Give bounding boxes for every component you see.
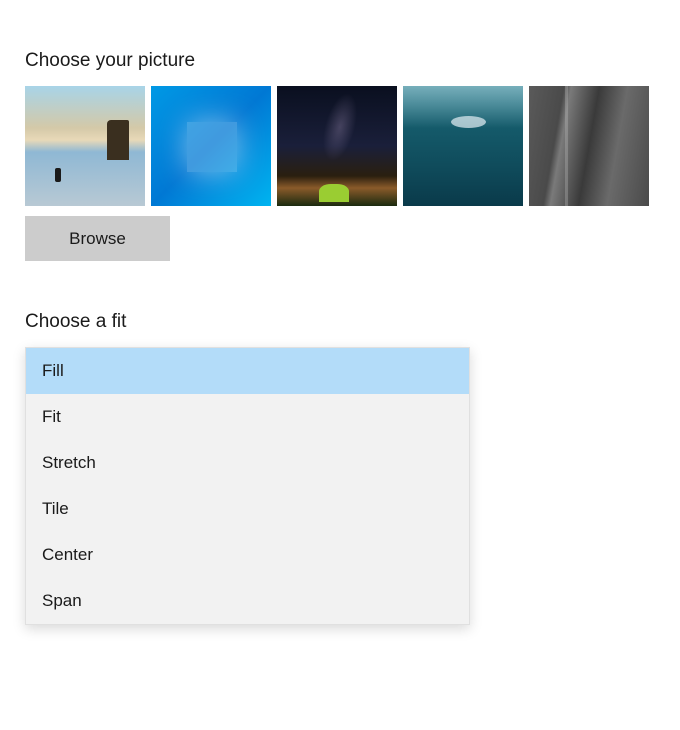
picture-thumbnail-rock[interactable] — [529, 86, 649, 206]
choose-fit-section: Choose a fit Fill Fit Stretch Tile Cente… — [25, 311, 655, 625]
fit-dropdown: Fill Fit Stretch Tile Center Span — [25, 347, 470, 625]
browse-button[interactable]: Browse — [25, 216, 170, 261]
fit-option-fill[interactable]: Fill — [26, 348, 469, 394]
fit-option-span[interactable]: Span — [26, 578, 469, 624]
choose-picture-title: Choose your picture — [25, 50, 655, 72]
fit-option-tile[interactable]: Tile — [26, 486, 469, 532]
fit-option-stretch[interactable]: Stretch — [26, 440, 469, 486]
choose-fit-title: Choose a fit — [25, 311, 655, 333]
picture-thumbnail-night[interactable] — [277, 86, 397, 206]
picture-thumbnails — [25, 86, 655, 206]
choose-picture-section: Choose your picture Browse — [25, 50, 655, 261]
picture-thumbnail-beach[interactable] — [25, 86, 145, 206]
fit-option-fit[interactable]: Fit — [26, 394, 469, 440]
picture-thumbnail-windows[interactable] — [151, 86, 271, 206]
fit-option-center[interactable]: Center — [26, 532, 469, 578]
picture-thumbnail-underwater[interactable] — [403, 86, 523, 206]
